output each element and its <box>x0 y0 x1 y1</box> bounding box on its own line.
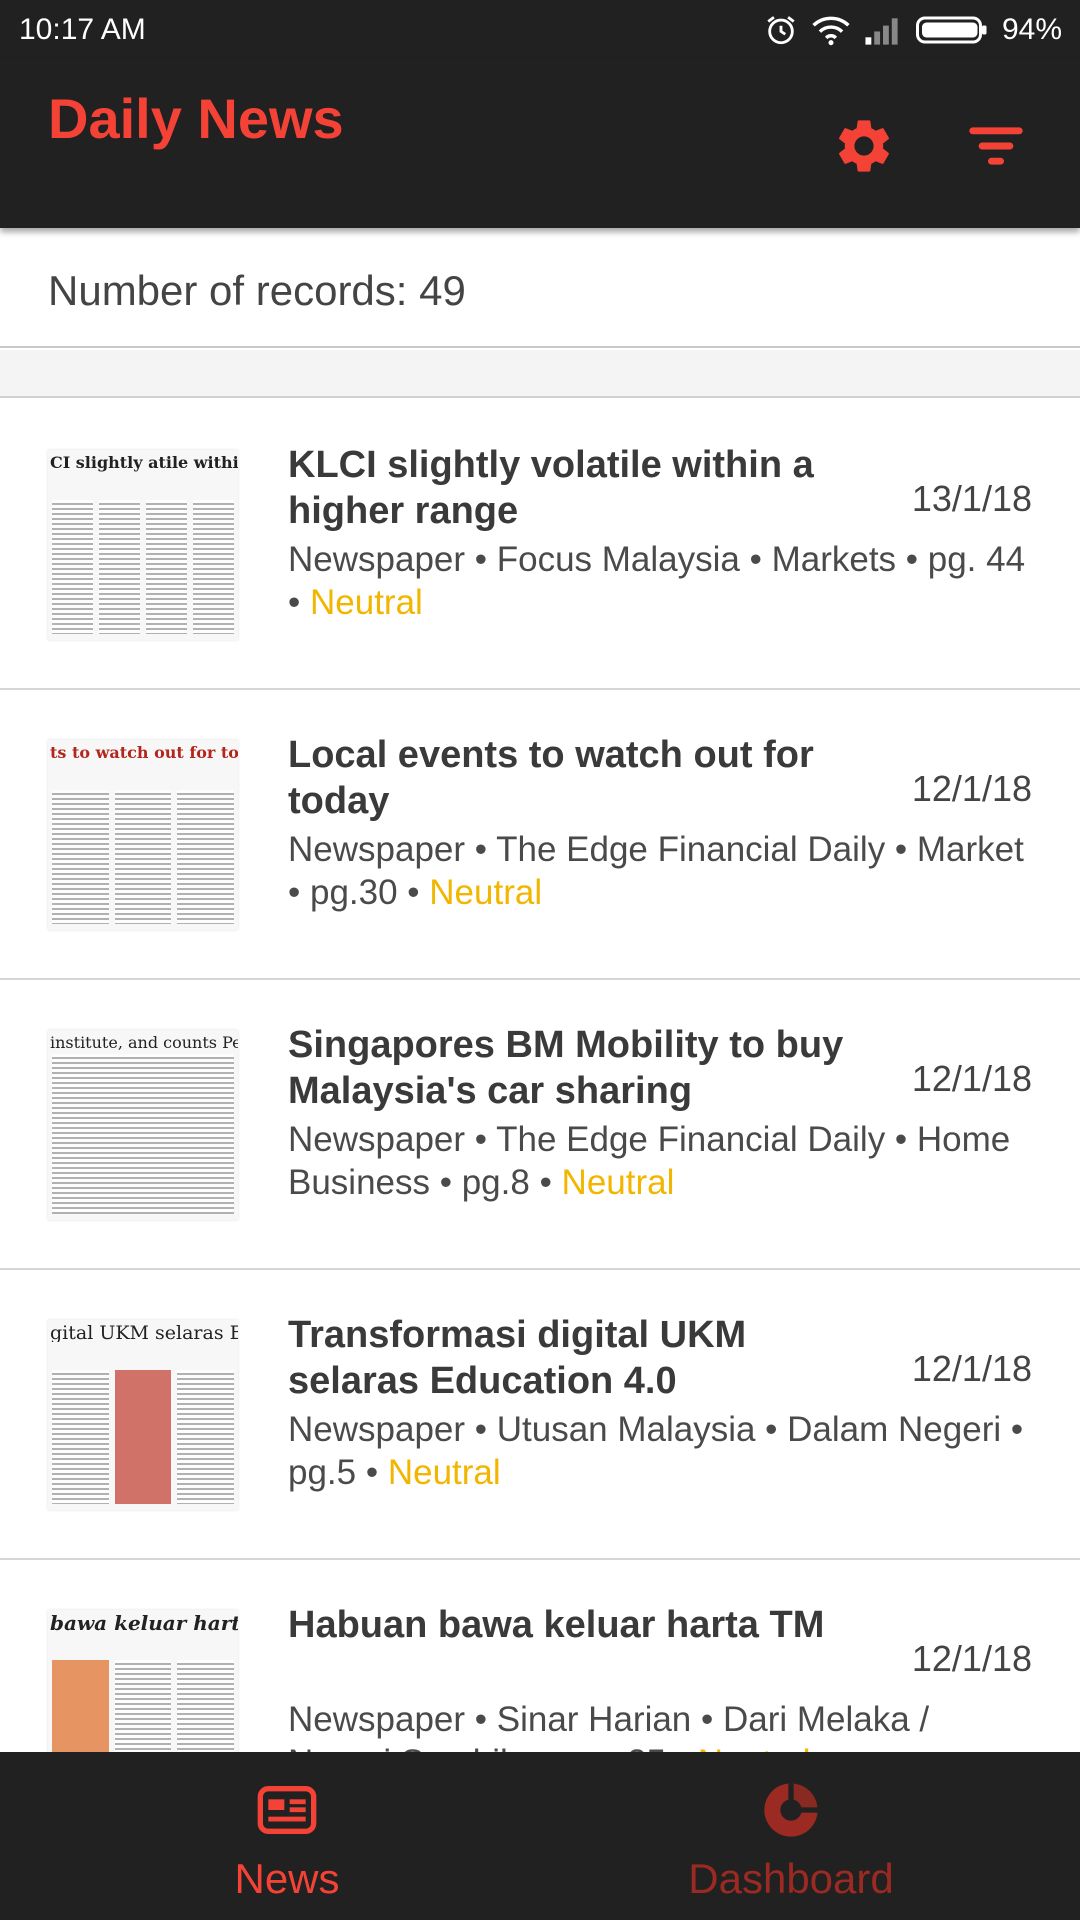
bottom-navigation: News Dashboard <box>0 1752 1080 1920</box>
article-title: Local events to watch out for today <box>288 734 814 822</box>
news-item[interactable]: gital UKM selaras Edu Transformasi digit… <box>0 1270 1080 1560</box>
article-date: 12/1/18 <box>911 1348 1032 1389</box>
wifi-icon <box>812 14 850 46</box>
article-title: Transformasi digital UKM selaras Educati… <box>288 1314 747 1402</box>
sentiment-label: Neutral <box>698 1743 811 1752</box>
article-title: Singapores BM Mobility to buy Malaysia's… <box>288 1024 844 1112</box>
filter-icon <box>964 127 1028 182</box>
sentiment-label: Neutral <box>561 1163 675 1202</box>
article-date: 12/1/18 <box>911 1058 1032 1099</box>
signal-icon <box>864 15 902 45</box>
article-meta: Newspaper • Utusan Malaysia • Dalam Nege… <box>288 1408 1032 1494</box>
records-count: Number of records: 49 <box>48 267 466 314</box>
battery-icon <box>915 15 988 45</box>
app-bar: Daily News <box>0 60 1080 228</box>
thumbnail-headline: gital UKM selaras Edu <box>50 1324 238 1342</box>
article-meta: Newspaper • The Edge Financial Daily • H… <box>288 1118 1032 1204</box>
article-meta: Newspaper • The Edge Financial Daily • M… <box>288 828 1032 914</box>
records-bar: Number of records: 49 <box>0 228 1080 348</box>
status-icons: 94% <box>764 12 1062 48</box>
article-thumbnail: bawa keluar harta <box>48 1610 238 1752</box>
settings-button[interactable] <box>832 114 896 178</box>
app-root: 10:17 AM 94% Daily News Number of record… <box>0 0 1080 1920</box>
sentiment-label: Neutral <box>309 583 423 622</box>
article-source: Newspaper • The Edge Financial Daily • M… <box>288 830 1024 912</box>
nav-news-label: News <box>234 1855 340 1902</box>
article-title: Habuan bawa keluar harta TM <box>288 1604 825 1646</box>
article-thumbnail: ts to watch out for today <box>48 740 238 930</box>
sentiment-label: Neutral <box>429 873 543 912</box>
thumbnail-headline: bawa keluar harta <box>50 1614 238 1632</box>
article-thumbnail: gital UKM selaras Edu <box>48 1320 238 1510</box>
article-thumbnail: CI slightly atile within igher range <box>48 450 238 640</box>
article-title: KLCI slightly volatile within a higher r… <box>288 444 814 532</box>
article-date: 12/1/18 <box>911 1638 1032 1679</box>
filter-button[interactable] <box>964 114 1028 178</box>
nav-dashboard-label: Dashboard <box>688 1855 894 1902</box>
newspaper-icon <box>255 1778 319 1842</box>
article-meta: Newspaper • Sinar Harian • Dari Melaka /… <box>288 1698 1032 1752</box>
app-title: Daily News <box>48 87 344 150</box>
news-list[interactable]: CI slightly atile within igher range KLC… <box>0 400 1080 1752</box>
nav-dashboard[interactable]: Dashboard <box>641 1752 941 1920</box>
article-date: 13/1/18 <box>911 478 1032 519</box>
thumbnail-headline: institute, and counts Petronas, <box>50 1034 238 1052</box>
nav-news[interactable]: News <box>137 1752 437 1920</box>
article-date: 12/1/18 <box>911 768 1032 809</box>
news-item[interactable]: ts to watch out for today Local events t… <box>0 690 1080 980</box>
article-meta: Newspaper • Focus Malaysia • Markets • p… <box>288 538 1032 624</box>
thumbnail-headline: ts to watch out for today <box>50 744 238 762</box>
gear-icon <box>832 120 896 182</box>
news-item[interactable]: bawa keluar harta Habuan bawa keluar har… <box>0 1560 1080 1752</box>
status-bar: 10:17 AM 94% <box>0 0 1080 60</box>
article-thumbnail: institute, and counts Petronas, <box>48 1030 238 1220</box>
news-item[interactable]: CI slightly atile within igher range KLC… <box>0 400 1080 690</box>
news-item[interactable]: institute, and counts Petronas, Singapor… <box>0 980 1080 1270</box>
battery-percent: 94% <box>1001 13 1062 46</box>
sentiment-label: Neutral <box>387 1453 501 1492</box>
status-time: 10:17 AM <box>19 13 146 46</box>
list-divider-strip <box>0 350 1080 398</box>
pie-chart-icon <box>759 1778 823 1842</box>
article-source: Newspaper • Sinar Harian • Dari Melaka /… <box>288 1700 930 1752</box>
alarm-icon <box>764 13 798 47</box>
thumbnail-headline: CI slightly atile within igher range <box>50 454 238 472</box>
